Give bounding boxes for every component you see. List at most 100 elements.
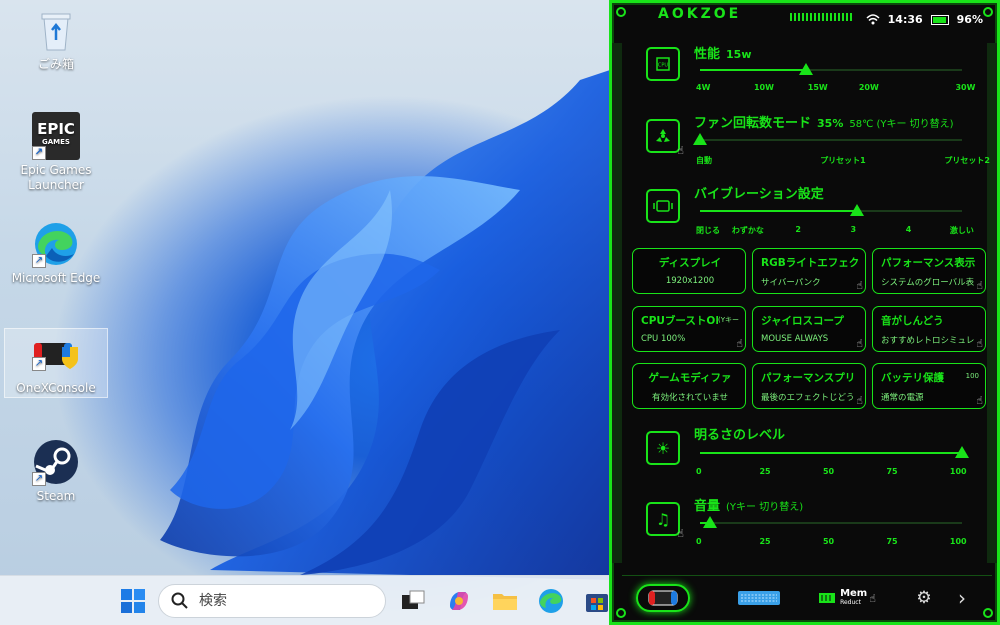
start-button[interactable]	[118, 586, 148, 616]
battery-percent: 96%	[956, 13, 983, 26]
vibration-icon[interactable]	[646, 189, 680, 223]
slider-thumb[interactable]	[799, 63, 814, 75]
quick-tile-value: 通常の電源	[881, 393, 924, 403]
task-view-button[interactable]	[398, 586, 428, 616]
brightness-title: 明るさのレベル	[694, 428, 786, 443]
desktop-icon-label: Epic Games Launcher	[20, 163, 92, 192]
mem-sublabel: Reduct	[840, 599, 861, 606]
quick-tile-title: ゲームモディファ	[648, 372, 732, 384]
next-page-button[interactable]: ›	[950, 584, 974, 612]
memory-chip-icon	[819, 593, 836, 603]
quick-tile[interactable]: バッテリ保護 100 通常の電源 ☝	[872, 363, 986, 409]
quick-tile-value: 有効化されていませ	[652, 393, 728, 403]
file-explorer-button[interactable]	[490, 586, 520, 616]
volume-hint: (Yキー 切り替え)	[726, 502, 804, 513]
desktop-icon-microsoft-edge[interactable]: ↗ Microsoft Edge	[4, 220, 108, 286]
performance-title: 性能 15w	[694, 43, 752, 62]
slider-tick-label: 激しい	[949, 226, 974, 235]
shortcut-arrow-icon: ↗	[32, 357, 46, 371]
desktop-icon-onexconsole[interactable]: ↗ OneXConsole	[4, 328, 108, 398]
settings-button[interactable]: ⚙	[912, 584, 936, 612]
fan-mode-label: ファン回転数モード	[694, 116, 812, 131]
edge-icon: ↗	[32, 220, 80, 268]
edge-taskbar-button[interactable]	[536, 586, 566, 616]
nav-console-tab[interactable]	[636, 584, 690, 612]
slider-thumb[interactable]	[955, 446, 969, 458]
nav-mem-reduct-tab[interactable]: Mem Reduct ☝	[816, 584, 878, 612]
vibration-slider[interactable]	[700, 204, 962, 216]
performance-value: 15w	[726, 48, 752, 61]
slider-tick-label: 25	[759, 467, 771, 476]
quick-tile-title: RGBライトエフェクト	[761, 257, 859, 269]
fan-mode-slider[interactable]	[693, 133, 962, 145]
slider-thumb[interactable]	[703, 516, 718, 528]
quick-tile[interactable]: RGBライトエフェクト サイバーパンク ☝	[752, 248, 866, 294]
quick-tile[interactable]: パフォーマンスプリ 最後のエフェクトじどう ☝	[752, 363, 866, 409]
slider-tick-label: 50	[822, 537, 835, 546]
aokzoe-control-panel: AOKZOE 14:36 96% CPU 性能 15w 4W 10W 15W 20W 30…	[609, 0, 1000, 625]
pointer-hand-icon: ☝	[976, 394, 983, 407]
quick-tile[interactable]: ゲームモディファ 有効化されていませ	[632, 363, 746, 409]
volume-slider[interactable]	[700, 516, 962, 528]
keyboard-icon	[738, 591, 780, 605]
quick-tile[interactable]: パフォーマンス表示 システムのグローバル表 ☝	[872, 248, 986, 294]
task-view-icon	[402, 590, 425, 609]
volume-icon[interactable]: ♫ ☝	[646, 502, 684, 540]
slider-thumb[interactable]	[693, 133, 707, 145]
copilot-button[interactable]	[444, 586, 474, 616]
quick-tile-title: ディスプレイ	[658, 257, 722, 269]
desktop-icon-steam[interactable]: ↗ Steam	[4, 438, 108, 504]
pointer-hand-icon: ☝	[677, 144, 684, 157]
taskbar-search-box[interactable]: 検索	[158, 584, 386, 618]
pointer-hand-icon: ☝	[856, 394, 863, 407]
quick-tile[interactable]: ディスプレイ 1920x1200	[632, 248, 746, 294]
quick-tile-title: 音がしんどう	[881, 315, 944, 327]
quick-tile-title: パフォーマンス表示	[881, 257, 976, 269]
quick-tile[interactable]: 音がしんどう おすすめレトロシミュレ ☝	[872, 306, 986, 352]
slider-tick-label: 75	[886, 537, 898, 546]
pointer-hand-icon: ☝	[869, 591, 876, 605]
quick-tile-value: サイバーパンク	[761, 278, 821, 288]
bottom-nav: Mem Reduct ☝ ⚙ ›	[622, 575, 992, 619]
slider-tick-label: プリセット1	[820, 156, 866, 165]
slider-tick-label: わずかな	[731, 226, 764, 235]
wifi-icon	[866, 14, 880, 25]
wallpaper-bloom	[160, 70, 610, 580]
battery-icon	[930, 14, 949, 25]
slider-tick-label: 30W	[955, 83, 976, 92]
pointer-hand-icon: ☝	[677, 527, 684, 540]
topbar-decoration	[790, 13, 854, 21]
shortcut-arrow-icon: ↗	[32, 254, 46, 268]
fan-icon[interactable]: ☝	[646, 119, 684, 157]
slider-tick-label: 自動	[696, 156, 712, 165]
brightness-slider[interactable]	[700, 446, 969, 458]
quick-tile[interactable]: CPUブーストON (Yキー CPU 100% ☝	[632, 306, 746, 352]
store-button[interactable]	[582, 586, 612, 616]
quick-tile-title: パフォーマンスプリ	[761, 372, 856, 384]
slider-tick-label: 50	[822, 467, 835, 476]
slider-tick-label: 0	[696, 467, 702, 476]
slider-thumb[interactable]	[850, 204, 865, 216]
quick-tile[interactable]: ジャイロスコープ MOUSE ALWAYS ☝	[752, 306, 866, 352]
folder-icon	[493, 594, 517, 610]
volume-label: 音量	[694, 499, 721, 514]
slider-tick-label: 75	[886, 467, 898, 476]
cpu-icon[interactable]: CPU	[646, 47, 680, 81]
quick-tile-value: システムのグローバル表	[881, 278, 975, 288]
store-icon	[586, 594, 608, 612]
desktop-icon-label: Steam	[36, 489, 76, 503]
pointer-hand-icon: ☝	[856, 279, 863, 292]
desktop-icon-label: OneXConsole	[16, 381, 96, 395]
epic-logo-subtext: GAMES	[42, 138, 70, 146]
slider-tick-label: 0	[696, 537, 702, 546]
quick-tile-title-extra: (Yキー	[717, 315, 739, 325]
fan-mode-value: 35%	[817, 117, 844, 130]
onexconsole-icon: ↗	[32, 339, 80, 371]
brightness-icon[interactable]: ☀	[646, 431, 680, 465]
performance-slider[interactable]	[700, 63, 962, 75]
desktop-icon-recycle-bin[interactable]: ごみ箱	[4, 6, 108, 72]
slider-tick-label: 25	[759, 537, 771, 546]
quick-tile-value: 最後のエフェクトじどう	[761, 393, 855, 403]
desktop-icon-epic-games[interactable]: EPIC GAMES ↗ Epic Games Launcher	[4, 112, 108, 193]
nav-keyboard-tab[interactable]	[734, 584, 784, 612]
